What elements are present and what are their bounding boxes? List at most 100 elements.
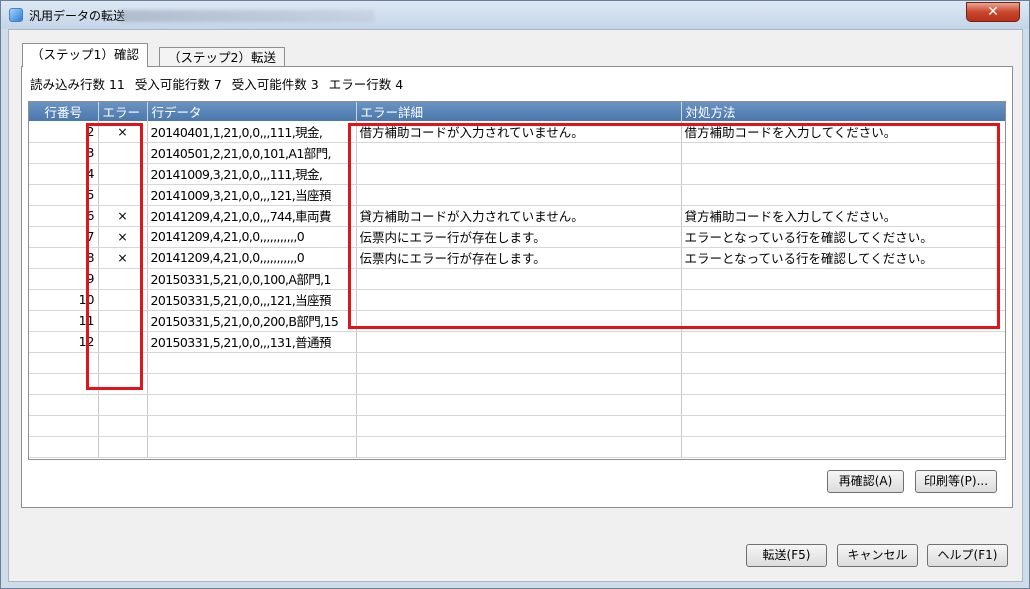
help-button[interactable]: ヘルプ(F1) bbox=[927, 544, 1008, 567]
error-detail-cell: 借方補助コードが入力されていません。 bbox=[356, 121, 682, 143]
summary-counts: 読み込み行数 11 受入可能行数 7 受入可能件数 3 エラー行数 4 bbox=[30, 74, 409, 93]
data-grid[interactable]: 行番号 エラー 行データ エラー詳細 対処方法 2 × 20140401,1,21,… bbox=[28, 101, 1006, 460]
error-detail-cell bbox=[356, 331, 682, 353]
error-mark-cell: × bbox=[98, 226, 148, 248]
empty-cell bbox=[147, 436, 357, 458]
empty-table-row bbox=[29, 373, 1005, 395]
error-mark-cell: × bbox=[98, 121, 148, 143]
empty-cell bbox=[356, 415, 682, 437]
error-mark-cell bbox=[98, 142, 148, 164]
error-mark-cell bbox=[98, 184, 148, 206]
row-data-cell: 20141209,4,21,0,0,,,744,車両費 bbox=[147, 205, 357, 227]
remedy-cell bbox=[681, 142, 1005, 164]
row-number-cell: 4 bbox=[29, 163, 99, 185]
row-number-cell: 6 bbox=[29, 205, 99, 227]
row-number-cell: 9 bbox=[29, 268, 99, 290]
row-number-cell: 3 bbox=[29, 142, 99, 164]
error-detail-cell bbox=[356, 142, 682, 164]
empty-cell bbox=[29, 352, 99, 374]
column-header-row-data[interactable]: 行データ bbox=[147, 102, 357, 121]
acceptable-rows-count: 受入可能行数 7 bbox=[134, 77, 222, 92]
error-mark-cell bbox=[98, 310, 148, 332]
transfer-button[interactable]: 転送(F5) bbox=[746, 544, 827, 567]
empty-table-row bbox=[29, 352, 1005, 374]
column-header-row-number[interactable]: 行番号 bbox=[29, 102, 99, 121]
empty-cell bbox=[29, 436, 99, 458]
row-number-cell: 10 bbox=[29, 289, 99, 311]
column-header-remedy[interactable]: 対処方法 bbox=[681, 102, 1005, 121]
row-data-cell: 20141009,3,21,0,0,,,111,現金, bbox=[147, 163, 357, 185]
tab-step1-confirm[interactable]: （ステップ1）確認 bbox=[22, 43, 148, 67]
table-row[interactable]: 10 20150331,5,21,0,0,,,121,当座預 bbox=[29, 289, 1005, 311]
empty-cell bbox=[98, 373, 148, 395]
remedy-cell: エラーとなっている行を確認してください。 bbox=[681, 226, 1005, 248]
grid-header-row: 行番号 エラー 行データ エラー詳細 対処方法 bbox=[29, 102, 1005, 121]
empty-table-row bbox=[29, 394, 1005, 416]
error-mark-cell bbox=[98, 289, 148, 311]
table-row[interactable]: 11 20150331,5,21,0,0,200,B部門,15 bbox=[29, 310, 1005, 332]
table-row[interactable]: 4 20141009,3,21,0,0,,,111,現金, bbox=[29, 163, 1005, 185]
error-detail-cell: 貸方補助コードが入力されていません。 bbox=[356, 205, 682, 227]
error-detail-cell bbox=[356, 163, 682, 185]
empty-cell bbox=[29, 373, 99, 395]
grid-table: 行番号 エラー 行データ エラー詳細 対処方法 2 × 20140401,1,21,… bbox=[29, 102, 1005, 458]
cancel-button[interactable]: キャンセル bbox=[837, 544, 918, 567]
row-data-cell: 20150331,5,21,0,0,,,131,普通預 bbox=[147, 331, 357, 353]
empty-cell bbox=[356, 352, 682, 374]
error-detail-cell bbox=[356, 268, 682, 290]
table-row[interactable]: 12 20150331,5,21,0,0,,,131,普通預 bbox=[29, 331, 1005, 353]
empty-cell bbox=[147, 373, 357, 395]
empty-cell bbox=[147, 415, 357, 437]
title-bar[interactable]: 汎用データの転送 ✕ bbox=[1, 1, 1029, 29]
dialog-client-area: （ステップ1）確認 （ステップ2）転送 読み込み行数 11 受入可能行数 7 受… bbox=[8, 29, 1023, 582]
empty-cell bbox=[147, 352, 357, 374]
table-row[interactable]: 8 × 20141209,4,21,0,0,,,,,,,,,,,0 伝票内にエラー行が… bbox=[29, 247, 1005, 269]
row-number-cell: 2 bbox=[29, 121, 99, 143]
table-row[interactable]: 7 × 20141209,4,21,0,0,,,,,,,,,,,0 伝票内にエラー行が… bbox=[29, 226, 1005, 248]
remedy-cell bbox=[681, 184, 1005, 206]
error-detail-cell: 伝票内にエラー行が存在します。 bbox=[356, 247, 682, 269]
empty-cell bbox=[681, 415, 1005, 437]
error-mark-cell bbox=[98, 268, 148, 290]
print-button[interactable]: 印刷等(P)... bbox=[915, 470, 997, 493]
table-row[interactable]: 9 20150331,5,21,0,0,100,A部門,1 bbox=[29, 268, 1005, 290]
empty-table-row bbox=[29, 436, 1005, 458]
table-row[interactable]: 5 20141009,3,21,0,0,,,121,当座預 bbox=[29, 184, 1005, 206]
row-data-cell: 20140401,1,21,0,0,,,111,現金, bbox=[147, 121, 357, 143]
column-header-error-detail[interactable]: エラー詳細 bbox=[356, 102, 682, 121]
error-mark-cell bbox=[98, 163, 148, 185]
table-row[interactable]: 6 × 20141209,4,21,0,0,,,744,車両費 貸方補助コードが入力さ… bbox=[29, 205, 1005, 227]
app-icon bbox=[9, 8, 23, 22]
empty-cell bbox=[356, 436, 682, 458]
empty-cell bbox=[681, 436, 1005, 458]
window-title: 汎用データの転送 bbox=[29, 9, 126, 23]
empty-cell bbox=[681, 394, 1005, 416]
empty-cell bbox=[98, 394, 148, 416]
row-data-cell: 20141209,4,21,0,0,,,,,,,,,,,0 bbox=[147, 226, 357, 248]
remedy-cell: 貸方補助コードを入力してください。 bbox=[681, 205, 1005, 227]
read-rows-count: 読み込み行数 11 bbox=[30, 77, 125, 92]
error-detail-cell bbox=[356, 310, 682, 332]
table-row[interactable]: 3 20140501,2,21,0,0,101,A1部門, bbox=[29, 142, 1005, 164]
error-detail-cell bbox=[356, 184, 682, 206]
acceptable-entries-count: 受入可能件数 3 bbox=[231, 77, 319, 92]
error-mark-cell: × bbox=[98, 247, 148, 269]
close-button[interactable]: ✕ bbox=[966, 2, 1020, 22]
empty-cell bbox=[681, 352, 1005, 374]
error-detail-cell: 伝票内にエラー行が存在します。 bbox=[356, 226, 682, 248]
remedy-cell bbox=[681, 289, 1005, 311]
empty-cell bbox=[356, 373, 682, 395]
table-row[interactable]: 2 × 20140401,1,21,0,0,,,111,現金, 借方補助コードが入力さ… bbox=[29, 121, 1005, 143]
tab-step2-transfer[interactable]: （ステップ2）転送 bbox=[159, 47, 285, 67]
column-header-error[interactable]: エラー bbox=[98, 102, 148, 121]
row-number-cell: 5 bbox=[29, 184, 99, 206]
empty-cell bbox=[29, 394, 99, 416]
recheck-button[interactable]: 再確認(A) bbox=[827, 470, 904, 493]
tab-panel: 読み込み行数 11 受入可能行数 7 受入可能件数 3 エラー行数 4 行番号 … bbox=[21, 66, 1013, 508]
row-number-cell: 11 bbox=[29, 310, 99, 332]
remedy-cell: エラーとなっている行を確認してください。 bbox=[681, 247, 1005, 269]
row-data-cell: 20141009,3,21,0,0,,,121,当座預 bbox=[147, 184, 357, 206]
empty-cell bbox=[147, 394, 357, 416]
row-number-cell: 12 bbox=[29, 331, 99, 353]
row-data-cell: 20150331,5,21,0,0,100,A部門,1 bbox=[147, 268, 357, 290]
